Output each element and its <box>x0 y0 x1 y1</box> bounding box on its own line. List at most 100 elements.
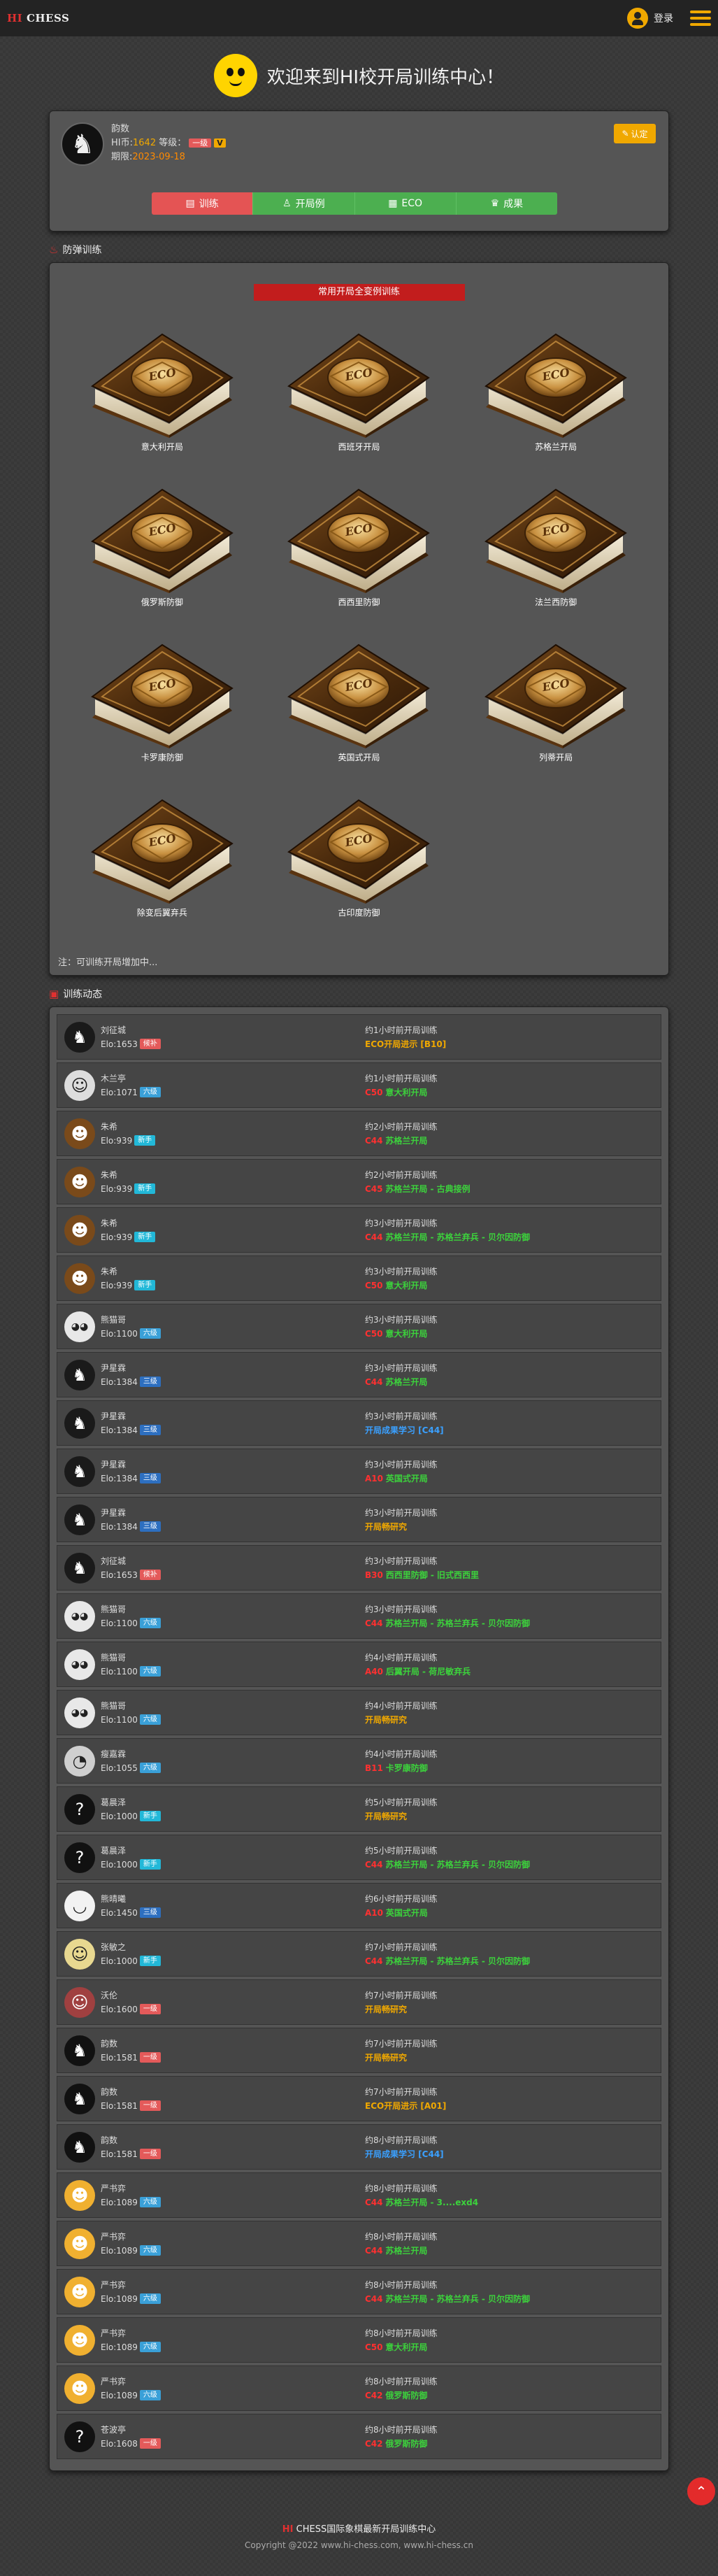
user-avatar-icon[interactable]: ☻ <box>64 2228 95 2259</box>
activity-row[interactable]: ♞ 尹星霖 Elo:1384 三级 约3小时前开局训练 A10 英国式开局 <box>57 1449 661 1494</box>
activity-row[interactable]: ◕◕ 熊猫哥 Elo:1100 六级 约3小时前开局训练 C44 苏格兰开局 -… <box>57 1593 661 1639</box>
user-name[interactable]: 朱希 <box>101 1216 155 1230</box>
user-avatar-icon[interactable]: ♞ <box>64 1504 95 1535</box>
user-avatar-icon[interactable]: ☻ <box>64 2179 95 2211</box>
user-name[interactable]: 严书弈 <box>101 2375 161 2389</box>
activity-row[interactable]: ☻ 朱希 Elo:939 新手 约2小时前开局训练 C44 苏格兰开局 <box>57 1111 661 1156</box>
activity-row[interactable]: ☻ 朱希 Elo:939 新手 约3小时前开局训练 C50 意大利开局 <box>57 1255 661 1301</box>
site-logo[interactable]: HI CHESS <box>7 12 69 24</box>
back-to-top-button[interactable]: ⌃ <box>687 2477 715 2505</box>
opening-book-item[interactable]: ECO 列蒂开局 <box>457 629 654 785</box>
user-name[interactable]: 熊猫哥 <box>101 1313 161 1327</box>
user-name[interactable]: 韵数 <box>101 2133 161 2147</box>
user-name[interactable]: 尹星霖 <box>101 1458 161 1472</box>
opening-book-item[interactable]: ECO 除变后翼弃兵 <box>64 785 261 940</box>
activity-row[interactable]: ☺ 沃伦 Elo:1600 一级 约7小时前开局训练 开局畅研究 <box>57 1979 661 2025</box>
user-name[interactable]: 严书弈 <box>101 2230 161 2244</box>
activity-row[interactable]: ♞ 尹星霖 Elo:1384 三级 约3小时前开局训练 开局成果学习 [C44] <box>57 1400 661 1446</box>
menu-icon[interactable] <box>690 10 711 26</box>
user-avatar-icon[interactable]: ♞ <box>64 1456 95 1487</box>
user-avatar-icon[interactable]: ☻ <box>64 2372 95 2404</box>
activity-row[interactable]: ◔ 瘦嘉霖 Elo:1055 六级 约4小时前开局训练 B11 卡罗康防御 <box>57 1738 661 1784</box>
tab-results[interactable]: ♛ 成果 <box>455 192 557 215</box>
user-avatar-icon[interactable]: ☻ <box>64 2324 95 2356</box>
tab-training[interactable]: ▤ 训练 <box>152 192 253 215</box>
user-name[interactable]: 熊猫哥 <box>101 1651 161 1665</box>
opening-book-item[interactable]: ECO 西班牙开局 <box>261 319 458 474</box>
activity-row[interactable]: ◡ 熊晴曦 Elo:1450 三级 约6小时前开局训练 A10 英国式开局 <box>57 1883 661 1928</box>
activity-row[interactable]: ◕◕ 熊猫哥 Elo:1100 六级 约3小时前开局训练 C50 意大利开局 <box>57 1304 661 1349</box>
user-avatar-icon[interactable]: ♞ <box>64 2083 95 2114</box>
activity-row[interactable]: ♞ 尹星霖 Elo:1384 三级 约3小时前开局训练 C44 苏格兰开局 <box>57 1352 661 1397</box>
user-avatar-icon[interactable]: ◕◕ <box>64 1311 95 1342</box>
opening-book-item[interactable]: ECO 古印度防御 <box>261 785 458 940</box>
user-avatar-icon[interactable]: ◔ <box>64 1745 95 1777</box>
activity-row[interactable]: ♞ 韵数 Elo:1581 一级 约7小时前开局训练 开局畅研究 <box>57 2028 661 2073</box>
user-name[interactable]: 葛晨泽 <box>101 1795 161 1809</box>
user-name[interactable]: 朱希 <box>101 1120 155 1134</box>
user-avatar-icon[interactable]: ♞ <box>64 2131 95 2163</box>
user-avatar-icon[interactable]: ♞ <box>64 1552 95 1584</box>
user-name[interactable]: 朱希 <box>101 1265 155 1279</box>
activity-row[interactable]: ☻ 朱希 Elo:939 新手 约3小时前开局训练 C44 苏格兰开局 - 苏格… <box>57 1207 661 1253</box>
activity-row[interactable]: ☺ 张敏之 Elo:1000 新手 约7小时前开局训练 C44 苏格兰开局 - … <box>57 1931 661 1977</box>
activity-row[interactable]: ☻ 严书弈 Elo:1089 六级 约8小时前开局训练 C44 苏格兰开局 <box>57 2221 661 2266</box>
opening-book-item[interactable]: ECO 法兰西防御 <box>457 474 654 629</box>
user-name[interactable]: 熊猫哥 <box>101 1699 161 1713</box>
user-name[interactable]: 瘦嘉霖 <box>101 1747 161 1761</box>
user-avatar-icon[interactable]: ♞ <box>64 1407 95 1439</box>
user-name[interactable]: 苍波亭 <box>101 2423 161 2437</box>
activity-row[interactable]: ◕◕ 熊猫哥 Elo:1100 六级 约4小时前开局训练 A40 后翼开局 - … <box>57 1642 661 1687</box>
user-name[interactable]: 尹星霖 <box>101 1506 161 1520</box>
user-avatar-icon[interactable]: ☻ <box>64 2276 95 2307</box>
user-name[interactable]: 朱希 <box>101 1168 155 1182</box>
user-name[interactable]: 严书弈 <box>101 2182 161 2196</box>
user-avatar-icon[interactable]: ? <box>64 2421 95 2452</box>
opening-book-item[interactable]: ECO 意大利开局 <box>64 319 261 474</box>
activity-row[interactable]: ♞ 韵数 Elo:1581 一级 约7小时前开局训练 ECO开局进示 [A01] <box>57 2076 661 2121</box>
user-name[interactable]: 刘征城 <box>101 1554 161 1568</box>
user-avatar-icon[interactable]: ♞ <box>64 2035 95 2066</box>
activity-row[interactable]: ? 葛晨泽 Elo:1000 新手 约5小时前开局训练 开局畅研究 <box>57 1786 661 1832</box>
activity-row[interactable]: ? 葛晨泽 Elo:1000 新手 约5小时前开局训练 C44 苏格兰开局 - … <box>57 1835 661 1880</box>
user-name[interactable]: 韵数 <box>101 2037 161 2051</box>
user-avatar-icon[interactable]: ◕◕ <box>64 1600 95 1632</box>
user-avatar-icon[interactable]: ? <box>64 1842 95 1873</box>
user-name[interactable]: 张敏之 <box>101 1940 161 1954</box>
tab-opening-examples[interactable]: ♙ 开局例 <box>252 192 354 215</box>
opening-book-item[interactable]: ECO 西西里防御 <box>261 474 458 629</box>
user-avatar-icon[interactable]: ☺ <box>64 1986 95 2018</box>
user-avatar-icon[interactable]: ♞ <box>64 1021 95 1053</box>
activity-row[interactable]: ☻ 朱希 Elo:939 新手 约2小时前开局训练 C45 苏格兰开局 - 古典… <box>57 1159 661 1204</box>
user-name[interactable]: 葛晨泽 <box>101 1844 161 1858</box>
user-avatar-icon[interactable]: ◡ <box>64 1890 95 1921</box>
activity-row[interactable]: ♞ 尹星霖 Elo:1384 三级 约3小时前开局训练 开局畅研究 <box>57 1497 661 1542</box>
user-name[interactable]: 木兰亭 <box>101 1072 161 1086</box>
activity-row[interactable]: ♞ 刘征城 Elo:1653 候补 约1小时前开局训练 ECO开局进示 [B10… <box>57 1014 661 1060</box>
activity-row[interactable]: ☺ 木兰亭 Elo:1071 六级 约1小时前开局训练 C50 意大利开局 <box>57 1062 661 1108</box>
user-name[interactable]: 熊晴曦 <box>101 1892 161 1906</box>
opening-book-item[interactable]: ECO 英国式开局 <box>261 629 458 785</box>
activity-row[interactable]: ♞ 刘征城 Elo:1653 候补 约3小时前开局训练 B30 西西里防御 - … <box>57 1545 661 1591</box>
all-variations-training-banner[interactable]: 常用开局全变例训练 <box>253 284 465 301</box>
user-name[interactable]: 严书弈 <box>101 2278 161 2292</box>
user-avatar-icon[interactable]: ◕◕ <box>64 1649 95 1680</box>
user-avatar-icon[interactable]: ☺ <box>64 1938 95 1970</box>
user-avatar-icon[interactable]: ♞ <box>64 1359 95 1390</box>
user-name[interactable]: 沃伦 <box>101 1988 161 2002</box>
activity-row[interactable]: ? 苍波亭 Elo:1608 一级 约8小时前开局训练 C42 俄罗斯防御 <box>57 2414 661 2459</box>
user-avatar-icon[interactable]: ☺ <box>64 1069 95 1101</box>
user-icon[interactable] <box>627 8 648 29</box>
activity-row[interactable]: ☻ 严书弈 Elo:1089 六级 约8小时前开局训练 C42 俄罗斯防御 <box>57 2365 661 2411</box>
activity-row[interactable]: ◕◕ 熊猫哥 Elo:1100 六级 约4小时前开局训练 开局畅研究 <box>57 1690 661 1735</box>
user-name[interactable]: 尹星霖 <box>101 1361 161 1375</box>
opening-book-item[interactable]: ECO 卡罗康防御 <box>64 629 261 785</box>
activity-row[interactable]: ☻ 严书弈 Elo:1089 六级 约8小时前开局训练 C44 苏格兰开局 - … <box>57 2172 661 2218</box>
activity-row[interactable]: ♞ 韵数 Elo:1581 一级 约8小时前开局训练 开局成果学习 [C44] <box>57 2124 661 2170</box>
user-name[interactable]: 严书弈 <box>101 2326 161 2340</box>
user-name[interactable]: 刘征城 <box>101 1023 161 1037</box>
activity-row[interactable]: ☻ 严书弈 Elo:1089 六级 约8小时前开局训练 C44 苏格兰开局 - … <box>57 2269 661 2314</box>
login-link[interactable]: 登录 <box>654 11 673 25</box>
tab-eco[interactable]: ▦ ECO <box>354 192 456 215</box>
user-avatar-icon[interactable]: ☻ <box>64 1214 95 1246</box>
